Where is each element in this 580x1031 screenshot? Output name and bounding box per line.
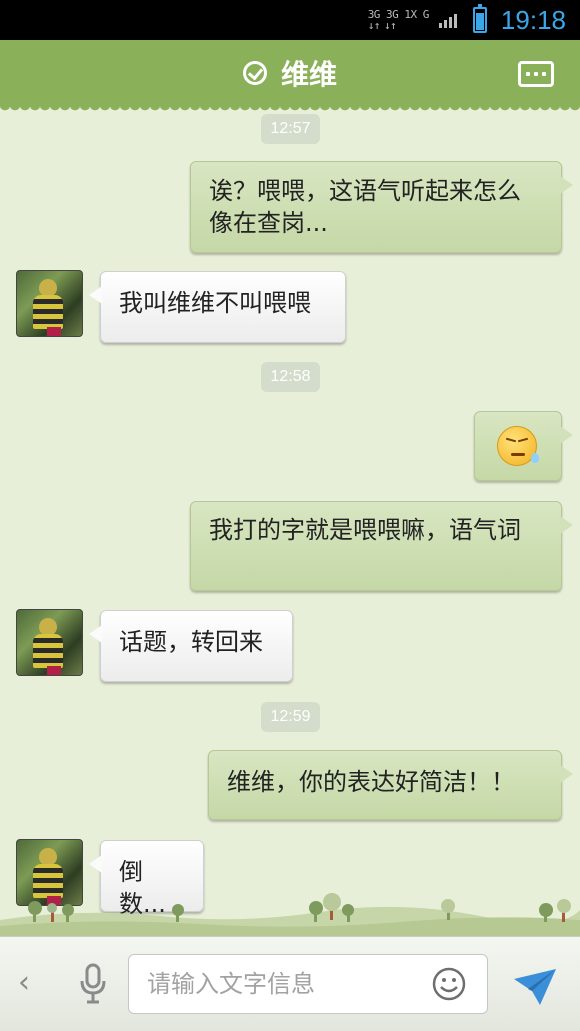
signal-icon — [438, 12, 457, 28]
incoming-message[interactable]: 话题，转回来 — [89, 610, 293, 682]
smiley-icon[interactable] — [432, 967, 466, 1001]
more-options-button[interactable] — [518, 61, 554, 87]
outgoing-message[interactable]: 诶？喂喂，这语气听起来怎么像在查岗... — [190, 161, 573, 253]
outgoing-message[interactable]: 维维，你的表达好简洁！！ — [208, 750, 573, 820]
more-dots-icon — [526, 72, 530, 76]
incoming-message[interactable]: 我叫维维不叫喂喂 — [89, 271, 346, 343]
status-bar: 3G 3G 1X G ↓↑ ↓↑ 19:18 — [0, 0, 580, 40]
send-icon[interactable] — [512, 967, 558, 1007]
chat-header: 维维 — [0, 40, 580, 112]
chevron-left-icon[interactable]: ‹ — [18, 968, 30, 998]
sweat-squint-face-icon — [497, 426, 539, 466]
network-indicator: 3G 3G 1X G ↓↑ ↓↑ — [367, 8, 430, 32]
timestamp: 12:58 — [261, 362, 320, 392]
microphone-icon[interactable] — [78, 963, 108, 1005]
battery-icon — [472, 4, 487, 33]
timestamp: 12:57 — [261, 114, 320, 144]
status-clock: 19:18 — [500, 4, 566, 35]
timestamp: 12:59 — [261, 702, 320, 732]
input-bar: ‹ — [0, 936, 580, 1031]
outgoing-message[interactable]: 我打的字就是喂喂嘛，语气词 — [190, 501, 573, 591]
outgoing-emoji-message[interactable] — [474, 411, 573, 481]
message-list[interactable]: 12:57 诶？喂喂，这语气听起来怎么像在查岗... 我叫维维不叫喂喂 12:5… — [0, 106, 580, 936]
check-circle-icon — [242, 61, 267, 85]
chat-title: 维维 — [280, 58, 337, 91]
contact-avatar[interactable] — [16, 270, 83, 337]
landscape-decoration — [0, 893, 580, 936]
contact-avatar[interactable] — [16, 609, 83, 676]
